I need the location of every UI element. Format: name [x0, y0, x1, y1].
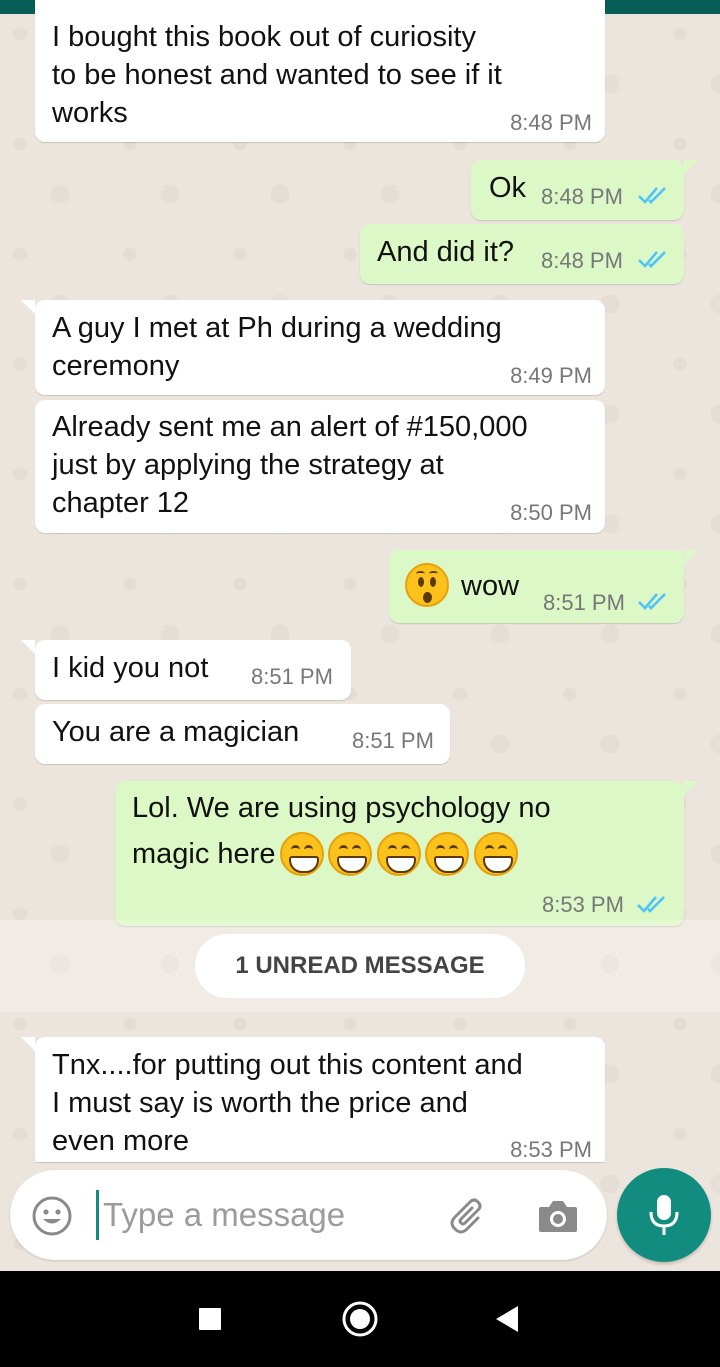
message-text: magic here — [132, 838, 276, 870]
message-time: 8:53 PM — [542, 892, 624, 917]
message-outgoing[interactable]: And did it? 8:48 PM — [360, 224, 684, 284]
triangle-back-icon[interactable] — [481, 1293, 533, 1345]
message-incoming[interactable]: Already sent me an alert of #150,000 jus… — [35, 400, 605, 533]
square-icon[interactable] — [184, 1293, 236, 1345]
message-text: A guy I met at Ph during a wedding cerem… — [52, 312, 502, 382]
message-text: Tnx....for putting out this content and … — [52, 1049, 523, 1157]
message-outgoing[interactable]: Ok 8:48 PM — [471, 160, 698, 220]
message-composer — [10, 1170, 607, 1260]
microphone-icon — [649, 1195, 679, 1235]
double-check-icon — [637, 896, 665, 913]
message-text: wow — [461, 570, 520, 602]
message-text: Already sent me an alert of #150,000 jus… — [52, 411, 528, 519]
emoji-icon[interactable] — [30, 1194, 74, 1238]
grinning-face-emoji — [279, 832, 324, 876]
double-check-icon — [638, 593, 666, 610]
message-incoming[interactable]: You are a magician 8:51 PM — [35, 704, 450, 764]
grinning-face-emoji — [328, 832, 373, 876]
message-time: 8:50 PM — [510, 500, 592, 525]
message-text: You are a magician — [52, 716, 300, 748]
message-incoming[interactable]: A guy I met at Ph during a wedding cerem… — [21, 300, 605, 395]
unread-messages-banner: 1 UNREAD MESSAGE — [195, 934, 525, 998]
message-text: I kid you not — [52, 652, 209, 684]
grinning-face-emoji — [473, 832, 518, 876]
paperclip-icon[interactable] — [448, 1194, 492, 1238]
message-incoming[interactable]: I bought this book out of curiosity to b… — [35, 0, 605, 142]
voice-record-button[interactable] — [617, 1168, 711, 1262]
message-text: Lol. We are using psychology no — [132, 792, 551, 824]
system-navigation-bar — [0, 1271, 720, 1367]
message-incoming[interactable]: Tnx....for putting out this content and … — [21, 1037, 605, 1162]
camera-icon[interactable] — [536, 1194, 580, 1238]
message-input[interactable] — [96, 1190, 435, 1240]
message-time: 8:53 PM — [510, 1137, 592, 1162]
circle-icon[interactable] — [334, 1293, 386, 1345]
grinning-face-emoji — [425, 832, 470, 876]
message-outgoing[interactable]: wow 8:51 PM — [389, 550, 698, 623]
message-text: I bought this book out of curiosity to b… — [52, 21, 502, 129]
grinning-face-emoji — [376, 832, 421, 876]
message-incoming[interactable]: I kid you not 8:51 PM — [21, 640, 351, 700]
double-check-icon — [638, 251, 666, 268]
message-time: 8:51 PM — [352, 728, 434, 753]
message-time: 8:51 PM — [251, 664, 333, 689]
message-time: 8:48 PM — [541, 184, 623, 209]
astonished-face-emoji — [405, 563, 449, 607]
message-text: And did it? — [377, 236, 515, 268]
message-time: 8:48 PM — [510, 110, 592, 135]
double-check-icon — [638, 187, 666, 204]
message-time: 8:49 PM — [510, 363, 592, 388]
message-text: Ok — [489, 172, 527, 204]
message-time: 8:48 PM — [541, 248, 623, 273]
message-text-line2: magic here — [132, 831, 518, 881]
message-time: 8:51 PM — [543, 590, 625, 615]
message-outgoing[interactable]: Lol. We are using psychology no magic he… — [115, 781, 698, 926]
